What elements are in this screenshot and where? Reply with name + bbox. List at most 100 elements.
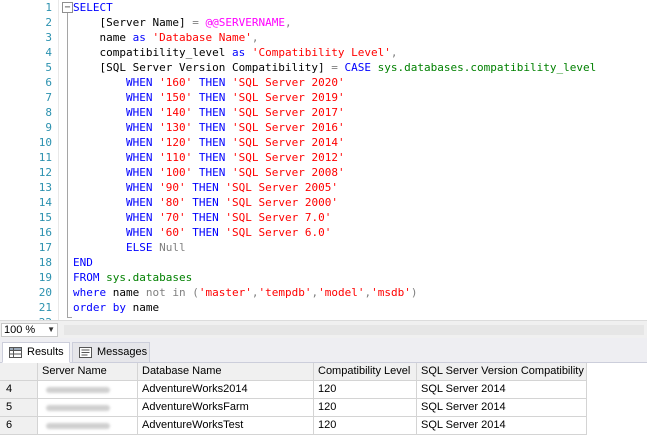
code-token: THEN xyxy=(198,91,226,104)
line-number: 17 xyxy=(38,241,52,254)
code-line: WHEN '70' THEN 'SQL Server 7.0' xyxy=(73,210,331,225)
code-token: WHEN xyxy=(125,106,153,119)
line-number: 20 xyxy=(38,286,52,299)
server-name-cell-redacted[interactable] xyxy=(38,399,138,417)
results-tabstrip: Results Messages xyxy=(0,338,647,363)
code-token: WHEN xyxy=(125,76,153,89)
line-number: 13 xyxy=(38,181,52,194)
code-line: name as 'Database Name', xyxy=(73,30,258,45)
compatibility-level-cell[interactable]: 120 xyxy=(314,399,417,417)
redacted-text xyxy=(46,405,110,411)
line-number: 1 xyxy=(45,1,52,14)
code-line: WHEN '150' THEN 'SQL Server 2019' xyxy=(73,90,345,105)
line-number: 11 xyxy=(38,151,52,164)
code-token: not in xyxy=(145,286,186,299)
code-token: [Server Name] xyxy=(73,16,193,29)
chevron-down-icon: ▼ xyxy=(47,325,55,334)
line-number: 15 xyxy=(38,211,52,224)
grid-icon xyxy=(9,347,22,358)
outline-fold-end xyxy=(67,317,72,318)
code-line: order by name xyxy=(73,300,159,315)
code-token: 'Database Name' xyxy=(152,31,252,44)
code-token: 'tempdb' xyxy=(258,286,312,299)
code-token: 'SQL Server 2020' xyxy=(231,76,345,89)
line-number: 5 xyxy=(45,61,52,74)
zoom-dropdown[interactable]: 100 % ▼ xyxy=(1,323,58,337)
code-token: '160' xyxy=(159,76,193,89)
code-token: , xyxy=(251,31,259,44)
code-token: 'SQL Server 2017' xyxy=(231,106,345,119)
query-editor[interactable]: 12345678910111213141516171819202122 − SE… xyxy=(0,0,647,320)
column-header[interactable]: Server Name xyxy=(38,363,138,381)
version-cell[interactable]: SQL Server 2014 xyxy=(417,381,587,399)
code-line: SELECT xyxy=(73,0,113,15)
code-line: WHEN '90' THEN 'SQL Server 2005' xyxy=(73,180,338,195)
code-token: WHEN xyxy=(125,211,153,224)
code-token: 'msdb' xyxy=(371,286,411,299)
line-number: 19 xyxy=(38,271,52,284)
database-name-cell[interactable]: AdventureWorksTest xyxy=(138,417,314,435)
code-token: , xyxy=(284,16,292,29)
code-token: 'SQL Server 2019' xyxy=(231,91,345,104)
database-name-cell[interactable]: AdventureWorksFarm xyxy=(138,399,314,417)
line-number: 7 xyxy=(45,91,52,104)
line-number: 21 xyxy=(38,301,52,314)
code-token: 'model' xyxy=(318,286,365,299)
code-token: name xyxy=(125,301,160,314)
compatibility-level-cell[interactable]: 120 xyxy=(314,381,417,399)
version-cell[interactable]: SQL Server 2014 xyxy=(417,399,587,417)
code-token: THEN xyxy=(198,106,226,119)
row-number[interactable]: 4 xyxy=(0,381,38,399)
column-header[interactable]: SQL Server Version Compatibility xyxy=(417,363,587,381)
row-number[interactable]: 6 xyxy=(0,417,38,435)
code-token: 'SQL Server 2012' xyxy=(231,151,345,164)
code-token: END xyxy=(73,256,93,269)
collapse-toggle-icon[interactable]: − xyxy=(62,2,73,13)
gutter-divider xyxy=(58,0,59,320)
code-token: 'SQL Server 2008' xyxy=(231,166,345,179)
code-token: '90' xyxy=(159,181,186,194)
code-token: = xyxy=(192,16,199,29)
tab-messages[interactable]: Messages xyxy=(72,342,150,363)
code-token: WHEN xyxy=(125,91,153,104)
code-line: where name not in ('master','tempdb','mo… xyxy=(73,285,417,300)
server-name-cell-redacted[interactable] xyxy=(38,381,138,399)
server-name-cell-redacted[interactable] xyxy=(38,417,138,435)
code-token: WHEN xyxy=(125,181,153,194)
column-header[interactable]: Database Name xyxy=(138,363,314,381)
row-number[interactable]: 5 xyxy=(0,399,38,417)
code-token: Null xyxy=(159,241,186,254)
code-token: WHEN xyxy=(125,136,153,149)
version-cell[interactable]: SQL Server 2014 xyxy=(417,417,587,435)
code-token: '150' xyxy=(159,91,193,104)
grid-corner[interactable] xyxy=(0,363,38,381)
compatibility-level-cell[interactable]: 120 xyxy=(314,417,417,435)
database-name-cell[interactable]: AdventureWorks2014 xyxy=(138,381,314,399)
code-line: WHEN '160' THEN 'SQL Server 2020' xyxy=(73,75,345,90)
horizontal-scrollbar[interactable] xyxy=(64,325,644,335)
zoom-value: 100 % xyxy=(4,324,36,336)
code-token: THEN xyxy=(192,211,219,224)
code-token: 'SQL Server 2016' xyxy=(231,121,345,134)
results-grid[interactable]: Server Name Database Name Compatibility Le… xyxy=(0,363,647,435)
code-line: END xyxy=(73,255,93,270)
code-token: where xyxy=(73,286,107,299)
code-line: WHEN '100' THEN 'SQL Server 2008' xyxy=(73,165,345,180)
code-line: WHEN '120' THEN 'SQL Server 2014' xyxy=(73,135,345,150)
code-token: '140' xyxy=(159,106,193,119)
code-token: THEN xyxy=(198,76,226,89)
code-line: WHEN '110' THEN 'SQL Server 2012' xyxy=(73,150,345,165)
column-header[interactable]: Compatibility Level xyxy=(314,363,417,381)
tab-results[interactable]: Results xyxy=(2,342,70,363)
